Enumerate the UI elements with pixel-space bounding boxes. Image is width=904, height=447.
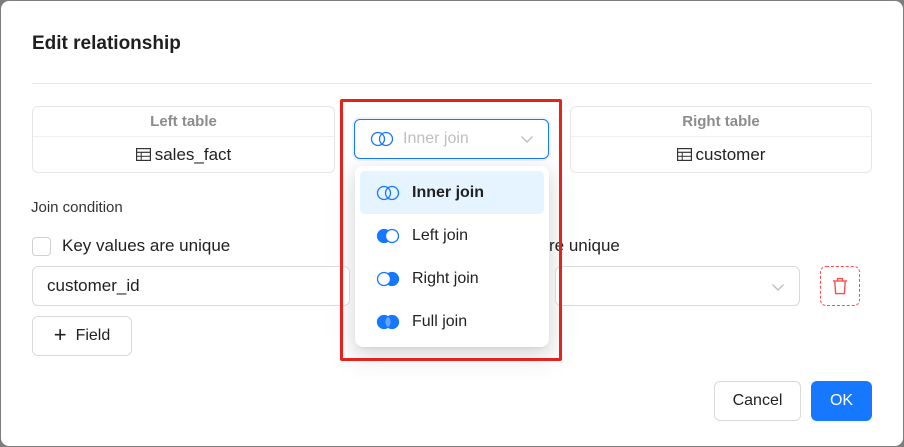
add-field-label: Field [75,327,111,344]
table-icon [135,148,151,161]
left-unique-label: Key values are unique [62,236,231,255]
left-table-name: sales_fact [154,144,232,164]
join-type-placeholder: Inner join [403,130,469,147]
table-icon [676,148,692,161]
join-option-label: Right join [412,269,479,287]
left-field-value: customer_id [47,276,140,295]
plus-icon: + [53,322,67,347]
left-table-card: Left table sales_fact [32,106,335,173]
dialog-title: Edit relationship [32,33,181,54]
right-table-name: customer [695,144,766,164]
add-field-button[interactable]: + Field [32,316,132,356]
join-option-inner[interactable]: Inner join [360,171,544,214]
right-table-name-row: customer [571,137,871,172]
join-type-select[interactable]: Inner join [354,119,549,159]
chevron-down-icon [772,284,784,291]
header-divider [32,83,872,84]
left-unique-checkbox-row[interactable]: Key values are unique [32,236,230,256]
right-unique-checkbox-row[interactable]: re unique [549,236,620,256]
join-option-label: Inner join [412,183,484,201]
join-option-right[interactable]: Right join [360,257,544,300]
inner-join-icon [376,185,400,200]
ok-button[interactable]: OK [811,381,872,421]
left-unique-checkbox[interactable] [32,236,51,256]
join-option-full[interactable]: Full join [360,300,544,343]
chevron-down-icon [521,136,533,143]
inner-join-icon [370,131,394,147]
delete-condition-button[interactable] [820,266,860,306]
join-option-left[interactable]: Left join [360,214,544,257]
right-join-icon [376,271,400,286]
join-type-dropdown: Inner join Left join Right join Full joi… [355,166,549,347]
left-field-select[interactable]: customer_id [32,266,350,306]
right-table-card: Right table customer [570,106,872,173]
left-table-header: Left table [33,107,334,137]
right-table-header: Right table [571,107,871,137]
right-unique-label: re unique [549,236,620,255]
join-condition-label: Join condition [31,199,123,216]
left-join-icon [376,228,400,243]
trash-icon [833,277,847,295]
left-table-name-row: sales_fact [33,137,334,172]
full-join-icon [376,314,400,329]
join-option-label: Left join [412,226,469,244]
right-field-select[interactable] [555,266,800,306]
cancel-button[interactable]: Cancel [714,381,801,421]
join-option-label: Full join [412,312,468,330]
